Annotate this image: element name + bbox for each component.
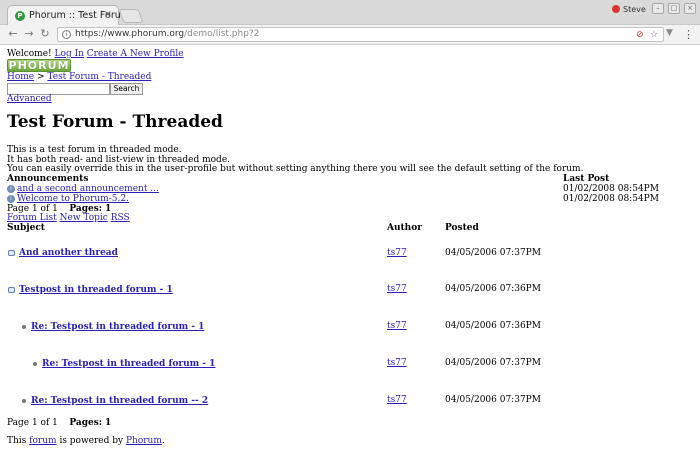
thread-subject-link[interactable]: Testpost in threaded forum - 1 — [19, 285, 173, 295]
filter-extension-icon[interactable]: ▼ — [666, 28, 673, 38]
announcement-link[interactable]: and a second announcement ... — [17, 184, 159, 194]
author-link[interactable]: ts77 — [387, 395, 407, 405]
footer-suffix: . — [161, 436, 165, 446]
thread-subject-link[interactable]: And another thread — [19, 248, 118, 258]
author-link[interactable]: ts77 — [387, 284, 407, 294]
browser-titlebar: P Phorum :: Test Foru × Steve – □ × — [0, 0, 700, 25]
page-title: Test Forum - Threaded — [7, 112, 223, 132]
footer-forum-link[interactable]: forum — [29, 436, 56, 446]
table-row: Re: Testpost in threaded forum - 1 — [22, 322, 204, 332]
footer-phorum-link[interactable]: Phorum — [126, 436, 162, 446]
welcome-text: Welcome! — [7, 49, 52, 59]
url-text: https://www.phorum.org/demo/list.php?2 — [75, 28, 259, 41]
search-button[interactable]: Search — [110, 83, 143, 95]
posted-date: 04/05/2006 07:37PM — [445, 395, 541, 405]
breadcrumb-forum-link[interactable]: Test Forum - Threaded — [47, 72, 151, 82]
table-row: And another thread — [8, 248, 118, 258]
maximize-button[interactable]: □ — [668, 3, 680, 14]
profile-chip[interactable]: Steve — [612, 3, 646, 15]
minimize-button[interactable]: – — [652, 3, 664, 14]
extension-icon[interactable]: ⊘ — [636, 29, 644, 42]
browser-toolbar: ← → ↻ i https://www.phorum.org/demo/list… — [0, 25, 700, 45]
announcement-last-post: 01/02/2008 08:54PM — [563, 184, 659, 194]
table-row: Re: Testpost in threaded forum - 1 — [33, 359, 215, 369]
subject-column-header: Subject — [7, 223, 45, 233]
user-links: Welcome! Log In Create A New Profile — [7, 49, 184, 59]
reply-subject-link[interactable]: Re: Testpost in threaded forum -- 2 — [31, 396, 208, 406]
site-info-icon[interactable]: i — [62, 30, 71, 39]
thread-icon — [8, 249, 15, 256]
profile-icon — [612, 5, 620, 13]
bookmark-star-icon[interactable]: ☆ — [650, 29, 658, 42]
posted-column-header: Posted — [445, 223, 479, 233]
url-path: /demo/list.php?2 — [184, 29, 260, 39]
login-link[interactable]: Log In — [55, 49, 84, 59]
thread-icon — [8, 286, 15, 293]
forum-description-line-1: This is a test forum in threaded mode. — [7, 145, 182, 155]
breadcrumb-separator: > — [37, 72, 45, 82]
author-link[interactable]: ts77 — [387, 321, 407, 331]
last-post-heading: Last Post — [563, 174, 610, 184]
new-tab-button[interactable] — [118, 9, 144, 23]
current-page: 1 — [104, 418, 112, 428]
reply-subject-link[interactable]: Re: Testpost in threaded forum - 1 — [42, 359, 215, 369]
reply-bullet-icon — [33, 361, 37, 366]
posted-date: 04/05/2006 07:37PM — [445, 248, 541, 258]
footer-middle: is powered by — [59, 436, 124, 446]
forum-actions: Forum List New Topic RSS — [7, 213, 130, 223]
table-row: Re: Testpost in threaded forum -- 2 — [22, 396, 208, 406]
advanced-search-link[interactable]: Advanced — [7, 94, 52, 104]
browser-tab[interactable]: P Phorum :: Test Foru × — [7, 5, 121, 25]
announcement-icon: i — [7, 184, 15, 193]
page-content: Welcome! Log In Create A New Profile PHO… — [0, 46, 700, 470]
phorum-logo[interactable]: PHORUM — [7, 59, 71, 72]
create-profile-link[interactable]: Create A New Profile — [87, 49, 184, 59]
forum-list-link[interactable]: Forum List — [7, 213, 57, 223]
author-link[interactable]: ts77 — [387, 248, 407, 258]
announcements-heading: Announcements — [7, 174, 89, 184]
back-arrow-icon[interactable]: ← — [6, 27, 20, 41]
browser-menu-icon[interactable]: ⋮ — [683, 28, 694, 41]
table-row: Testpost in threaded forum - 1 — [8, 285, 173, 295]
footer-prefix: This — [7, 436, 27, 446]
address-bar[interactable]: i https://www.phorum.org/demo/list.php?2… — [57, 27, 664, 42]
forward-arrow-icon[interactable]: → — [22, 27, 36, 41]
rss-link[interactable]: RSS — [111, 213, 130, 223]
window-close-button[interactable]: × — [684, 3, 696, 14]
reply-bullet-icon — [22, 324, 26, 329]
author-column-header: Author — [387, 223, 422, 233]
pager-bottom: Page 1 of 1 Pages: 1 — [7, 418, 111, 428]
posted-date: 04/05/2006 07:37PM — [445, 358, 541, 368]
announcement-last-post: 01/02/2008 08:54PM — [563, 194, 659, 204]
profile-name: Steve — [623, 4, 646, 14]
announcement-link[interactable]: Welcome to Phorum-5.2. — [17, 194, 129, 204]
pages-label: Pages: — [69, 418, 103, 428]
forum-description-line-3: You can easily override this in the user… — [7, 164, 584, 174]
reply-subject-link[interactable]: Re: Testpost in threaded forum - 1 — [31, 322, 204, 332]
breadcrumb-home-link[interactable]: Home — [7, 72, 34, 82]
phorum-favicon-icon: P — [15, 11, 25, 21]
posted-date: 04/05/2006 07:36PM — [445, 284, 541, 294]
tab-close-icon[interactable]: × — [104, 9, 112, 20]
announcement-row: i and a second announcement ... — [7, 184, 159, 194]
page-of-text: Page 1 of 1 — [7, 418, 58, 428]
url-domain: https://www.phorum.org — [75, 29, 185, 39]
announcement-icon: i — [7, 194, 15, 203]
footer-powered-by: This forum is powered by Phorum. — [7, 436, 165, 446]
new-topic-link[interactable]: New Topic — [60, 213, 108, 223]
author-link[interactable]: ts77 — [387, 358, 407, 368]
breadcrumb: Home > Test Forum - Threaded — [7, 72, 151, 82]
announcement-row: i Welcome to Phorum-5.2. — [7, 194, 129, 204]
posted-date: 04/05/2006 07:36PM — [445, 321, 541, 331]
reply-bullet-icon — [22, 398, 26, 403]
reload-icon[interactable]: ↻ — [38, 27, 52, 41]
